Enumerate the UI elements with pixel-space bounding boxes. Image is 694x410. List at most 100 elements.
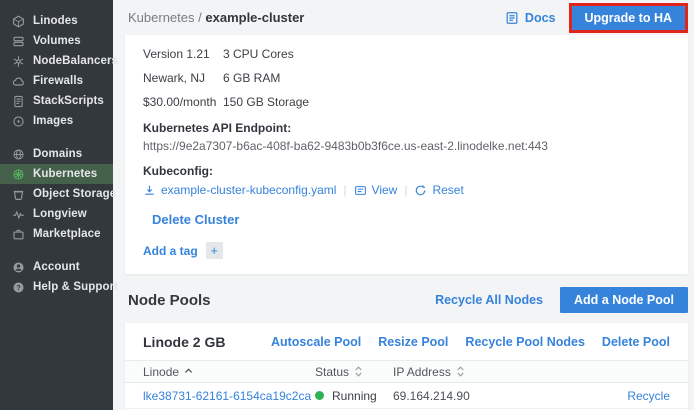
divider: | <box>404 183 407 197</box>
add-tag-label: Add a tag <box>143 244 198 258</box>
firewall-cloud-icon <box>12 75 25 88</box>
cluster-summary-grid: Version 1.21 3 CPU Cores Newark, NJ 6 GB… <box>143 47 309 109</box>
sidebar-item-longview[interactable]: Longview <box>0 204 113 224</box>
column-header-status[interactable]: Status <box>315 365 393 379</box>
cluster-summary-card: Version 1.21 3 CPU Cores Newark, NJ 6 GB… <box>125 35 688 274</box>
breadcrumb-separator: / <box>198 10 202 25</box>
api-endpoint-url: https://9e2a7307-b6ac-408f-ba62-9483b0b3… <box>143 139 670 153</box>
status-dot-icon <box>315 391 324 400</box>
column-header-ip-address[interactable]: IP Address <box>393 365 600 379</box>
sidebar-item-object-storage[interactable]: Object Storage <box>0 184 113 204</box>
cluster-cpu: 3 CPU Cores <box>223 47 309 61</box>
cube-icon <box>12 15 25 28</box>
download-icon <box>143 184 156 197</box>
breadcrumb: Kubernetes / example-cluster <box>128 10 304 25</box>
sort-both-icon <box>354 366 363 377</box>
kubeconfig-block: Kubeconfig: example-cluster-kubeconfig.y… <box>143 164 670 197</box>
node-pool-card: Linode 2 GB Autoscale Pool Resize Pool R… <box>125 323 688 410</box>
sidebar: Linodes Volumes NodeBalancers Firewalls … <box>0 0 113 410</box>
cluster-region: Newark, NJ <box>143 71 223 85</box>
sidebar-item-volumes[interactable]: Volumes <box>0 31 113 51</box>
node-pools-section-header: Node Pools Recycle All Nodes Add a Node … <box>125 287 688 313</box>
disc-icon <box>12 115 25 128</box>
table-row: lke38731-62161-6154ca19c2ca Running 69.1… <box>125 383 688 409</box>
node-link[interactable]: lke38731-62161-6154ca19c2ca <box>143 389 315 403</box>
sidebar-item-label: Help & Support <box>33 281 118 293</box>
nodebalancer-icon <box>12 55 25 68</box>
sidebar-item-label: Firewalls <box>33 75 83 87</box>
pool-action-links: Autoscale Pool Resize Pool Recycle Pool … <box>271 335 670 349</box>
reset-label: Reset <box>432 183 463 197</box>
sidebar-item-images[interactable]: Images <box>0 111 113 131</box>
sidebar-item-label: Volumes <box>33 35 81 47</box>
view-icon <box>354 184 367 197</box>
kubeconfig-view-link[interactable]: View <box>354 183 398 197</box>
annotation-highlight-box: Upgrade to HA <box>569 3 689 33</box>
resize-pool-link[interactable]: Resize Pool <box>378 335 448 349</box>
sidebar-item-help-support[interactable]: ? Help & Support <box>0 277 113 297</box>
divider: | <box>343 183 346 197</box>
sidebar-item-nodebalancers[interactable]: NodeBalancers <box>0 51 113 71</box>
sidebar-item-kubernetes[interactable]: Kubernetes <box>0 164 113 184</box>
delete-pool-link[interactable]: Delete Pool <box>602 335 670 349</box>
plus-icon: + <box>206 242 223 259</box>
topbar: Kubernetes / example-cluster Docs Upgrad… <box>125 0 688 35</box>
autoscale-pool-link[interactable]: Autoscale Pool <box>271 335 361 349</box>
cluster-storage: 150 GB Storage <box>223 95 309 109</box>
node-pools-title: Node Pools <box>128 292 211 309</box>
add-node-pool-button[interactable]: Add a Node Pool <box>560 287 688 313</box>
sidebar-item-firewalls[interactable]: Firewalls <box>0 71 113 91</box>
pulse-icon <box>12 208 25 221</box>
svg-text:?: ? <box>16 284 20 291</box>
sidebar-item-label: Longview <box>33 208 87 220</box>
recycle-node-link[interactable]: Recycle <box>600 389 670 403</box>
sidebar-item-label: Images <box>33 115 73 127</box>
pool-name: Linode 2 GB <box>143 334 225 350</box>
sort-ascending-icon <box>184 366 193 377</box>
reset-icon <box>414 184 427 197</box>
sidebar-item-stackscripts[interactable]: StackScripts <box>0 91 113 111</box>
briefcase-icon <box>12 228 25 241</box>
user-circle-icon <box>12 261 25 274</box>
cluster-version: Version 1.21 <box>143 47 223 61</box>
main-content: Kubernetes / example-cluster Docs Upgrad… <box>113 0 694 410</box>
recycle-pool-nodes-link[interactable]: Recycle Pool Nodes <box>465 335 585 349</box>
kubernetes-wheel-icon <box>12 168 25 181</box>
breadcrumb-root[interactable]: Kubernetes <box>128 10 195 25</box>
topbar-actions: Docs Upgrade to HA <box>505 3 688 33</box>
add-tag-button[interactable]: Add a tag + <box>143 242 223 259</box>
sidebar-item-marketplace[interactable]: Marketplace <box>0 224 113 244</box>
node-pools-actions: Recycle All Nodes Add a Node Pool <box>435 287 688 313</box>
kubeconfig-label: Kubeconfig: <box>143 164 670 178</box>
kubeconfig-download-link[interactable]: example-cluster-kubeconfig.yaml <box>143 183 336 197</box>
script-file-icon <box>12 95 25 108</box>
sidebar-item-linodes[interactable]: Linodes <box>0 11 113 31</box>
kubeconfig-file-name: example-cluster-kubeconfig.yaml <box>161 183 336 197</box>
sidebar-nav: Linodes Volumes NodeBalancers Firewalls … <box>0 11 113 297</box>
sidebar-item-label: Marketplace <box>33 228 101 240</box>
sidebar-item-label: Object Storage <box>33 188 116 200</box>
node-ip: 69.164.214.90 <box>393 389 600 403</box>
kubeconfig-actions: example-cluster-kubeconfig.yaml | View |… <box>143 183 670 197</box>
api-endpoint-label: Kubernetes API Endpoint: <box>143 121 670 135</box>
view-label: View <box>372 183 398 197</box>
volumes-icon <box>12 35 25 48</box>
kubeconfig-reset-link[interactable]: Reset <box>414 183 463 197</box>
sidebar-item-label: StackScripts <box>33 95 104 107</box>
api-endpoint-block: Kubernetes API Endpoint: https://9e2a730… <box>143 121 670 153</box>
recycle-all-nodes-link[interactable]: Recycle All Nodes <box>435 293 543 307</box>
docs-link[interactable]: Docs <box>505 11 556 25</box>
sidebar-item-label: Account <box>33 261 80 273</box>
nodes-table-header: Linode Status IP Address <box>125 360 688 383</box>
column-header-linode[interactable]: Linode <box>143 365 315 379</box>
sidebar-item-label: Domains <box>33 148 82 160</box>
pool-header: Linode 2 GB Autoscale Pool Resize Pool R… <box>125 323 688 360</box>
bucket-icon <box>12 188 25 201</box>
sidebar-item-domains[interactable]: Domains <box>0 144 113 164</box>
delete-cluster-button[interactable]: Delete Cluster <box>143 212 239 227</box>
sidebar-item-label: Kubernetes <box>33 168 97 180</box>
sidebar-item-account[interactable]: Account <box>0 257 113 277</box>
cluster-ram: 6 GB RAM <box>223 71 309 85</box>
upgrade-to-ha-button[interactable]: Upgrade to HA <box>572 6 686 30</box>
sort-both-icon <box>456 366 465 377</box>
